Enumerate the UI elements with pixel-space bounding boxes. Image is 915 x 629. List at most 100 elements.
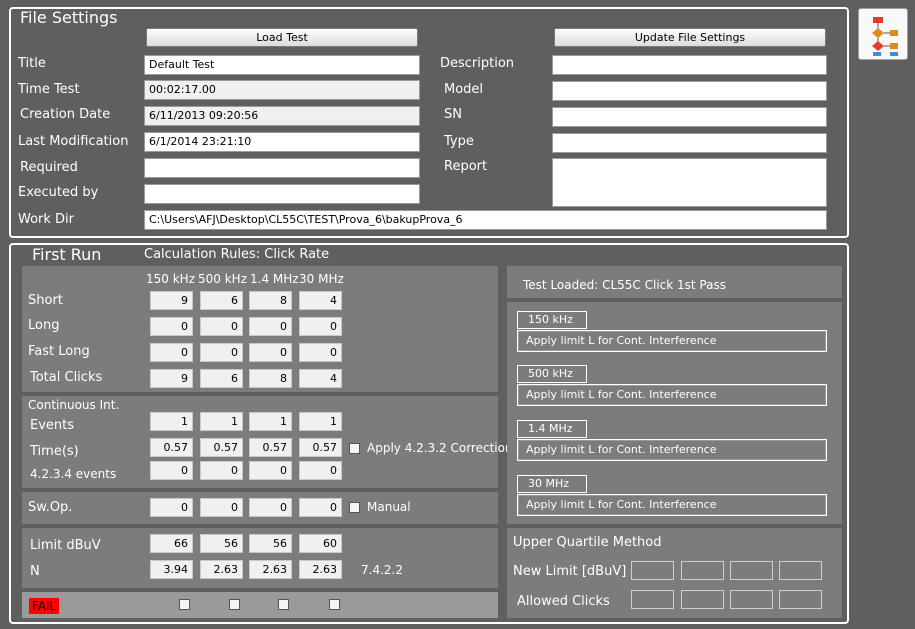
status-bar bbox=[22, 592, 498, 618]
report-label: Report bbox=[444, 159, 488, 174]
swop-1-4mhz: 0 bbox=[249, 498, 292, 517]
long-30mhz: 0 bbox=[299, 317, 342, 336]
limit-500khz: 56 bbox=[200, 534, 243, 553]
limit-option-30mhz[interactable]: Apply limit L for Cont. Interference bbox=[517, 494, 827, 516]
new-limit-1-4mhz[interactable] bbox=[730, 561, 773, 580]
required-field[interactable] bbox=[144, 158, 420, 178]
executed-by-label: Executed by bbox=[18, 185, 99, 200]
allowed-clicks-30mhz[interactable] bbox=[779, 590, 822, 609]
title-field[interactable]: Default Test bbox=[144, 55, 420, 75]
long-label: Long bbox=[28, 318, 60, 333]
events4234-500khz: 0 bbox=[200, 461, 243, 480]
continuous-title: Continuous Int. bbox=[28, 398, 120, 412]
fast-long-150khz: 0 bbox=[150, 343, 193, 362]
n-ref-label: 7.4.2.2 bbox=[361, 563, 403, 577]
sn-field[interactable] bbox=[552, 107, 827, 127]
time-30mhz: 0.57 bbox=[299, 438, 342, 457]
new-limit-30mhz[interactable] bbox=[779, 561, 822, 580]
apply-correction-checkbox[interactable] bbox=[349, 443, 360, 454]
col-30mhz: 30 MHz bbox=[299, 272, 344, 286]
test-loaded-label: Test Loaded: CL55C Click 1st Pass bbox=[523, 278, 726, 292]
limit-tag-30mhz: 30 MHz bbox=[517, 475, 587, 493]
short-1-4mhz: 8 bbox=[249, 291, 292, 310]
allowed-clicks-150khz[interactable] bbox=[631, 590, 674, 609]
fast-long-1-4mhz: 0 bbox=[249, 343, 292, 362]
apply-correction-label: Apply 4.2.3.2 Correction bbox=[367, 441, 513, 455]
model-field[interactable] bbox=[552, 81, 827, 101]
fast-long-30mhz: 0 bbox=[299, 343, 342, 362]
description-field[interactable] bbox=[552, 55, 827, 75]
upper-quartile-title: Upper Quartile Method bbox=[513, 535, 662, 550]
last-modification-label: Last Modification bbox=[18, 134, 129, 149]
description-label: Description bbox=[440, 56, 515, 71]
flowchart-button[interactable] bbox=[858, 8, 908, 60]
status-checkbox-1-4mhz[interactable] bbox=[278, 599, 289, 610]
limit-tag-150khz: 150 kHz bbox=[517, 311, 587, 329]
events-150khz: 1 bbox=[150, 412, 193, 431]
total-150khz: 9 bbox=[150, 369, 193, 388]
col-1-4mhz: 1.4 MHz bbox=[250, 272, 299, 286]
first-run-title: First Run bbox=[32, 245, 102, 264]
long-150khz: 0 bbox=[150, 317, 193, 336]
load-test-button[interactable]: Load Test bbox=[146, 28, 418, 47]
n-150khz: 3.94 bbox=[150, 560, 193, 579]
swop-30mhz: 0 bbox=[299, 498, 342, 517]
events-1-4mhz: 1 bbox=[249, 412, 292, 431]
swop-label: Sw.Op. bbox=[28, 500, 73, 515]
total-30mhz: 4 bbox=[299, 369, 342, 388]
total-1-4mhz: 8 bbox=[249, 369, 292, 388]
model-label: Model bbox=[444, 82, 484, 97]
update-file-settings-button[interactable]: Update File Settings bbox=[554, 28, 826, 47]
swop-500khz: 0 bbox=[200, 498, 243, 517]
col-150khz: 150 kHz bbox=[146, 272, 195, 286]
executed-by-field[interactable] bbox=[144, 184, 420, 204]
fast-long-500khz: 0 bbox=[200, 343, 243, 362]
sn-label: SN bbox=[444, 107, 462, 122]
work-dir-label: Work Dir bbox=[18, 212, 75, 227]
flowchart-icon bbox=[872, 17, 898, 56]
events4234-30mhz: 0 bbox=[299, 461, 342, 480]
new-limit-500khz[interactable] bbox=[681, 561, 724, 580]
report-field[interactable] bbox=[552, 158, 827, 207]
long-1-4mhz: 0 bbox=[249, 317, 292, 336]
events4234-150khz: 0 bbox=[150, 461, 193, 480]
limit-label: Limit dBuV bbox=[30, 538, 101, 553]
status-checkbox-150khz[interactable] bbox=[179, 599, 190, 610]
time-test-label: Time Test bbox=[18, 82, 80, 97]
short-30mhz: 4 bbox=[299, 291, 342, 310]
manual-checkbox[interactable] bbox=[349, 502, 360, 513]
type-label: Type bbox=[444, 134, 474, 149]
col-500khz: 500 kHz bbox=[198, 272, 247, 286]
status-checkbox-500khz[interactable] bbox=[229, 599, 240, 610]
long-500khz: 0 bbox=[200, 317, 243, 336]
file-settings-title: File Settings bbox=[20, 8, 118, 27]
limit-option-1-4mhz[interactable]: Apply limit L for Cont. Interference bbox=[517, 439, 827, 461]
events-500khz: 1 bbox=[200, 412, 243, 431]
new-limit-label: New Limit [dBuV] bbox=[513, 564, 627, 579]
fast-long-label: Fast Long bbox=[28, 344, 90, 359]
type-field[interactable] bbox=[552, 133, 827, 153]
required-label: Required bbox=[20, 160, 78, 175]
time-label: Time(s) bbox=[30, 444, 79, 459]
creation-date-field: 6/11/2013 09:20:56 bbox=[144, 106, 420, 126]
short-500khz: 6 bbox=[200, 291, 243, 310]
total-clicks-label: Total Clicks bbox=[30, 370, 103, 385]
time-1-4mhz: 0.57 bbox=[249, 438, 292, 457]
work-dir-field[interactable]: C:\Users\AFJ\Desktop\CL55C\TEST\Prova_6\… bbox=[144, 210, 827, 230]
allowed-clicks-1-4mhz[interactable] bbox=[730, 590, 773, 609]
total-500khz: 6 bbox=[200, 369, 243, 388]
new-limit-150khz[interactable] bbox=[631, 561, 674, 580]
time-500khz: 0.57 bbox=[200, 438, 243, 457]
n-label: N bbox=[30, 564, 40, 579]
short-label: Short bbox=[28, 293, 63, 308]
allowed-clicks-500khz[interactable] bbox=[681, 590, 724, 609]
time-150khz: 0.57 bbox=[150, 438, 193, 457]
limit-option-150khz[interactable]: Apply limit L for Cont. Interference bbox=[517, 330, 827, 352]
creation-date-label: Creation Date bbox=[20, 107, 111, 122]
events-label: Events bbox=[30, 418, 75, 433]
status-checkbox-30mhz[interactable] bbox=[329, 599, 340, 610]
limit-option-500khz[interactable]: Apply limit L for Cont. Interference bbox=[517, 384, 827, 406]
n-500khz: 2.63 bbox=[200, 560, 243, 579]
last-modification-field[interactable]: 6/1/2014 23:21:10 bbox=[144, 132, 420, 152]
limit-150khz: 66 bbox=[150, 534, 193, 553]
